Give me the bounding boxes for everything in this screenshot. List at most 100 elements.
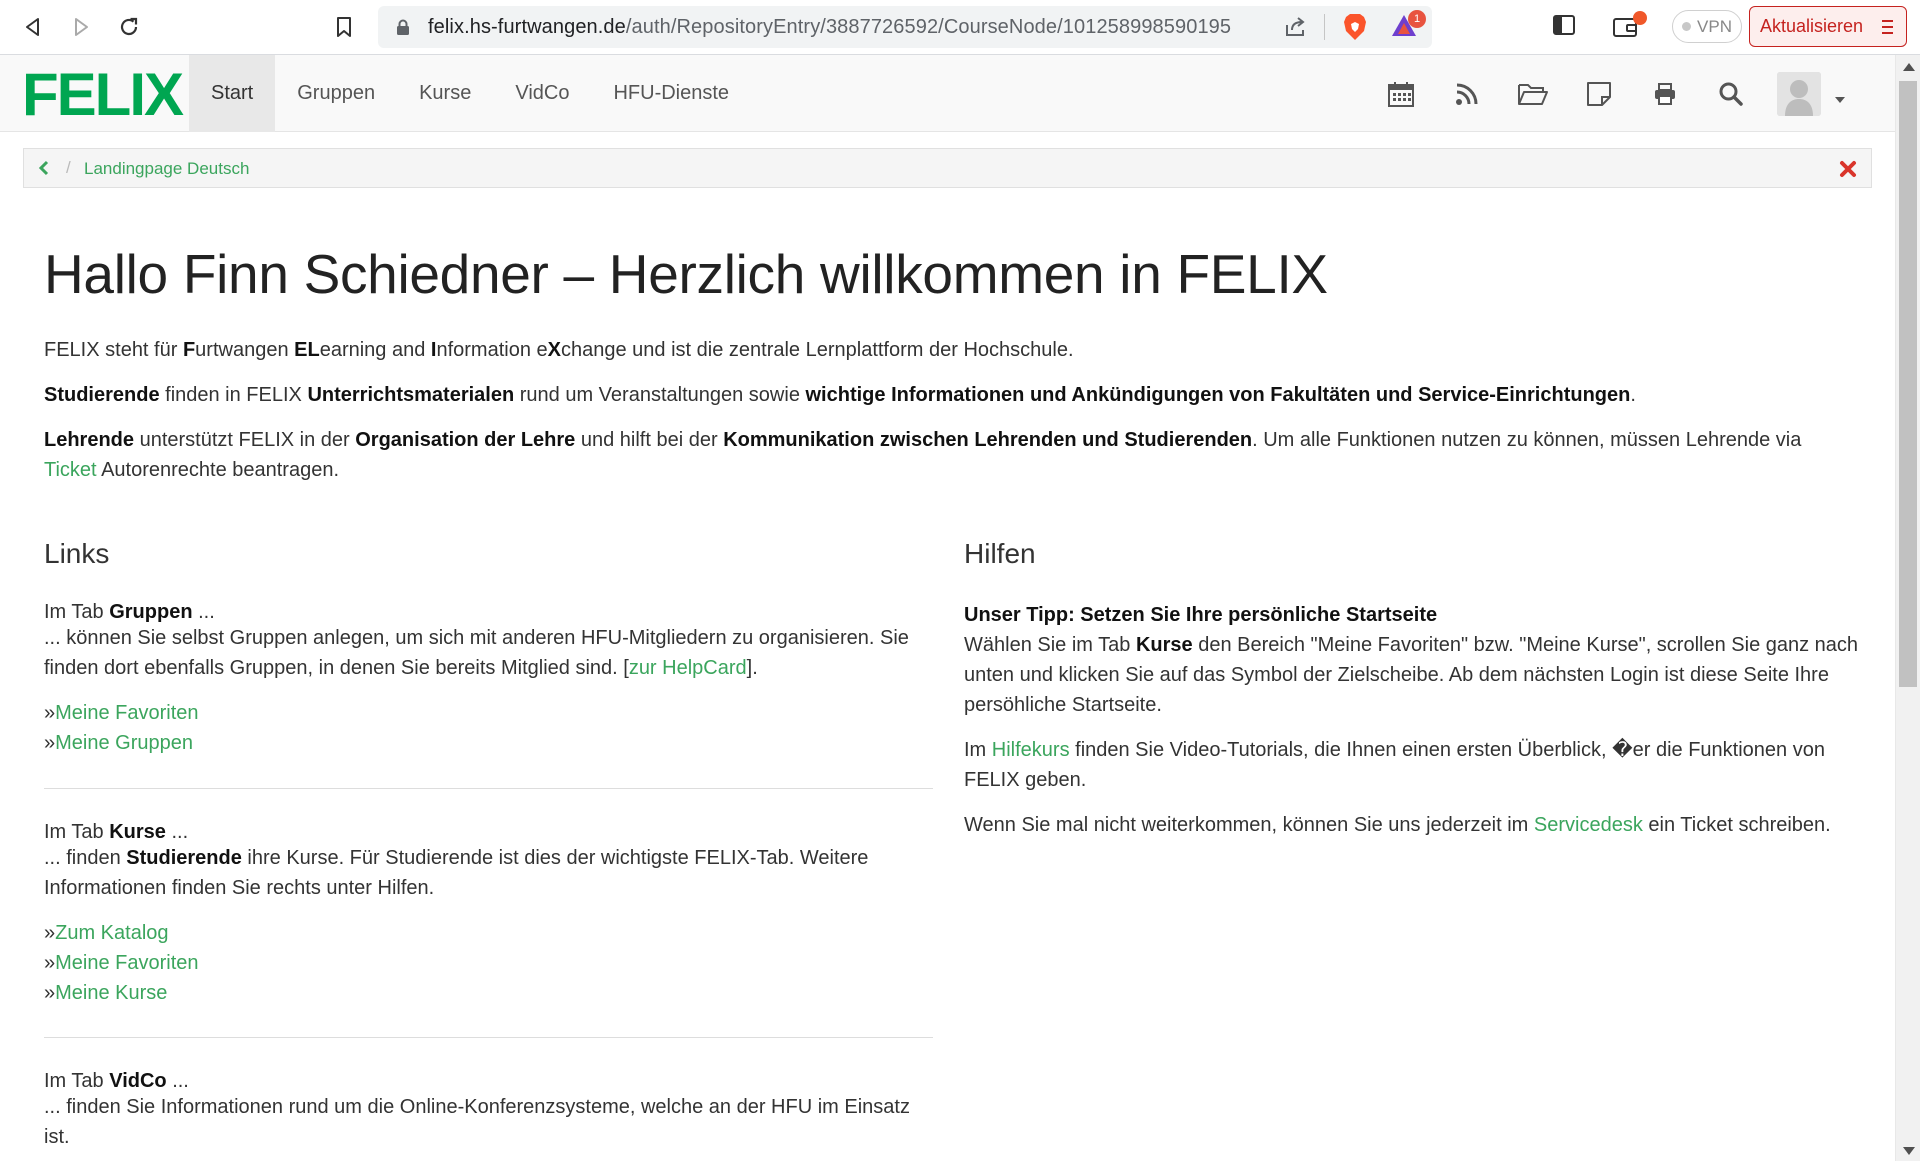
intro-bold: wichtige Informationen und Ankündigungen… <box>805 384 1631 406</box>
tab-hfu-dienste[interactable]: HFU-Dienste <box>591 55 751 132</box>
ticket-link[interactable]: Ticket <box>44 459 97 481</box>
gruppen-links: »Meine Favoriten »Meine Gruppen <box>44 698 944 758</box>
list-item: »Zum Katalog <box>44 918 933 948</box>
vpn-button[interactable]: VPN <box>1672 10 1742 43</box>
tip-bold: Kurse <box>1135 634 1193 656</box>
bullet: » <box>44 952 56 974</box>
vidco-section: Im Tab VidCo ... ... finden Sie Informat… <box>44 1066 933 1152</box>
lead-bold: Gruppen <box>109 601 193 623</box>
link-zum-katalog[interactable]: Zum Katalog <box>55 922 168 944</box>
tip-title: Unser Tipp: Setzen Sie Ihre persönliche … <box>964 600 1864 630</box>
link-meine-gruppen[interactable]: Meine Gruppen <box>55 732 193 754</box>
bullet: » <box>44 702 56 724</box>
list-item: »Meine Kurse <box>44 978 933 1008</box>
lead-text: Im Tab <box>44 1070 110 1092</box>
intro-bold: Lehrende <box>44 429 135 451</box>
intro-text: FELIX steht für <box>44 339 183 361</box>
tab-vidco[interactable]: VidCo <box>493 55 591 132</box>
wallet-notification-dot <box>1633 11 1647 25</box>
lead-bold: VidCo <box>109 1070 167 1092</box>
intro-letter: X <box>547 339 561 361</box>
share-icon[interactable] <box>1284 16 1308 43</box>
calendar-icon[interactable] <box>1368 55 1434 132</box>
breadcrumb: / Landingpage Deutsch <box>23 148 1872 188</box>
intro-paragraph-1: FELIX steht für Furtwangen ELearning and… <box>44 335 1864 365</box>
intro-text: change und ist die zentrale Lernplattfor… <box>560 339 1074 361</box>
chevron-down-icon[interactable] <box>1834 91 1846 109</box>
avatar[interactable] <box>1777 72 1821 116</box>
scrollbar[interactable] <box>1895 55 1920 1161</box>
hilfekurs-link[interactable]: Hilfekurs <box>992 739 1070 761</box>
list-item: »Meine Gruppen <box>44 728 944 758</box>
update-label: Aktualisieren <box>1760 16 1864 36</box>
lock-icon[interactable] <box>396 19 410 41</box>
scroll-up-arrow[interactable] <box>1903 63 1915 71</box>
kurse-description: ... finden <box>44 847 127 869</box>
chevron-left-icon[interactable] <box>38 160 50 181</box>
search-icon[interactable] <box>1698 55 1764 132</box>
tab-start[interactable]: Start <box>189 55 276 132</box>
tab-gruppen[interactable]: Gruppen <box>275 55 397 132</box>
url-text: felix.hs-furtwangen.de/auth/RepositoryEn… <box>428 16 1231 39</box>
bookmark-icon[interactable] <box>329 12 359 42</box>
link-meine-favoriten[interactable]: Meine Favoriten <box>55 702 198 724</box>
tip-title-text: Unser Tipp: Setzen Sie Ihre persönliche … <box>964 604 1438 626</box>
help-section: Unser Tipp: Setzen Sie Ihre persönliche … <box>964 600 1864 840</box>
url-separator <box>1324 14 1325 40</box>
page-title: Hallo Finn Schiedner – Herzlich willkomm… <box>44 243 1328 305</box>
gruppen-description-end: ]. <box>746 657 758 679</box>
toolbar <box>1368 55 1830 132</box>
notes-icon[interactable] <box>1566 55 1632 132</box>
bullet: » <box>44 732 56 754</box>
link-meine-kurse[interactable]: Meine Kurse <box>55 982 167 1004</box>
felix-logo[interactable]: FELIX <box>22 65 184 125</box>
lead-text: ... <box>166 1070 189 1092</box>
kurse-bold: Studierende <box>126 847 242 869</box>
site-header: FELIX Start Gruppen Kurse VidCo HFU-Dien… <box>0 55 1895 132</box>
tip-description: Wählen Sie im Tab <box>964 634 1136 656</box>
vpn-label: VPN <box>1697 16 1732 36</box>
rss-icon[interactable] <box>1434 55 1500 132</box>
intro-bold: Unterrichtsmaterialen <box>307 384 515 406</box>
breadcrumb-current[interactable]: Landingpage Deutsch <box>84 159 249 179</box>
vidco-text: ... finden Sie Informationen rund um die… <box>44 1096 910 1148</box>
rewards-badge: 1 <box>1408 10 1426 28</box>
lead-text: Im Tab <box>44 601 110 623</box>
link-meine-favoriten[interactable]: Meine Favoriten <box>55 952 198 974</box>
help-text: Im <box>964 739 992 761</box>
list-item: »Meine Favoriten <box>44 698 944 728</box>
lead-text: ... <box>192 601 215 623</box>
intro-paragraph-2: Studierende finden in FELIX Unterrichtsm… <box>44 380 1864 410</box>
scroll-down-arrow[interactable] <box>1903 1147 1915 1155</box>
breadcrumb-separator: / <box>66 158 71 177</box>
folder-icon[interactable] <box>1500 55 1566 132</box>
intro-text: urtwangen <box>195 339 295 361</box>
scroll-thumb[interactable] <box>1899 81 1917 687</box>
links-heading: Links <box>44 538 110 569</box>
address-bar[interactable]: felix.hs-furtwangen.de/auth/RepositoryEn… <box>378 6 1432 48</box>
helpcard-link[interactable]: zur HelpCard <box>629 657 747 679</box>
divider <box>44 1037 933 1038</box>
print-icon[interactable] <box>1632 55 1698 132</box>
list-item: »Meine Favoriten <box>44 948 933 978</box>
intro-letter: F <box>182 339 196 361</box>
servicedesk-link[interactable]: Servicedesk <box>1534 814 1643 836</box>
intro-bold: Studierende <box>44 384 160 406</box>
tab-kurse[interactable]: Kurse <box>397 55 493 132</box>
url-path: /auth/RepositoryEntry/3887726592/CourseN… <box>625 16 1232 38</box>
forward-icon[interactable] <box>66 12 96 42</box>
side-panel-icon[interactable] <box>1552 14 1576 41</box>
browser-toolbar: felix.hs-furtwangen.de/auth/RepositoryEn… <box>0 0 1920 55</box>
vpn-status-dot <box>1682 22 1692 31</box>
back-icon[interactable] <box>18 12 48 42</box>
kurse-section: Im Tab Kurse ... ... finden Studierende … <box>44 817 933 1008</box>
help-text: finden Sie Video-Tutorials, die Ihnen ei… <box>964 739 1825 791</box>
brave-shields-icon[interactable] <box>1342 13 1368 46</box>
update-button[interactable]: Aktualisieren <box>1749 6 1907 47</box>
intro-text: unterstützt FELIX in der <box>134 429 356 451</box>
close-icon[interactable] <box>1839 160 1857 183</box>
reload-icon[interactable] <box>114 12 144 42</box>
intro-paragraph-3: Lehrende unterstützt FELIX in der Organi… <box>44 425 1864 485</box>
menu-icon[interactable] <box>1880 18 1894 41</box>
gruppen-text: ... können Sie selbst Gruppen anlegen, u… <box>44 623 944 683</box>
